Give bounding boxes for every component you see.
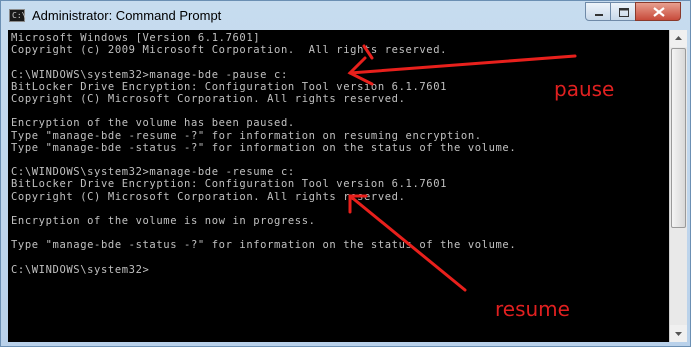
resume-arrow [348,194,467,292]
pause-annotation: pause [554,77,615,101]
pause-arrow-head-shaft [362,44,374,60]
pause-arrow [348,54,577,75]
annotation-arrows [347,44,577,292]
resume-annotation: resume [495,297,570,321]
